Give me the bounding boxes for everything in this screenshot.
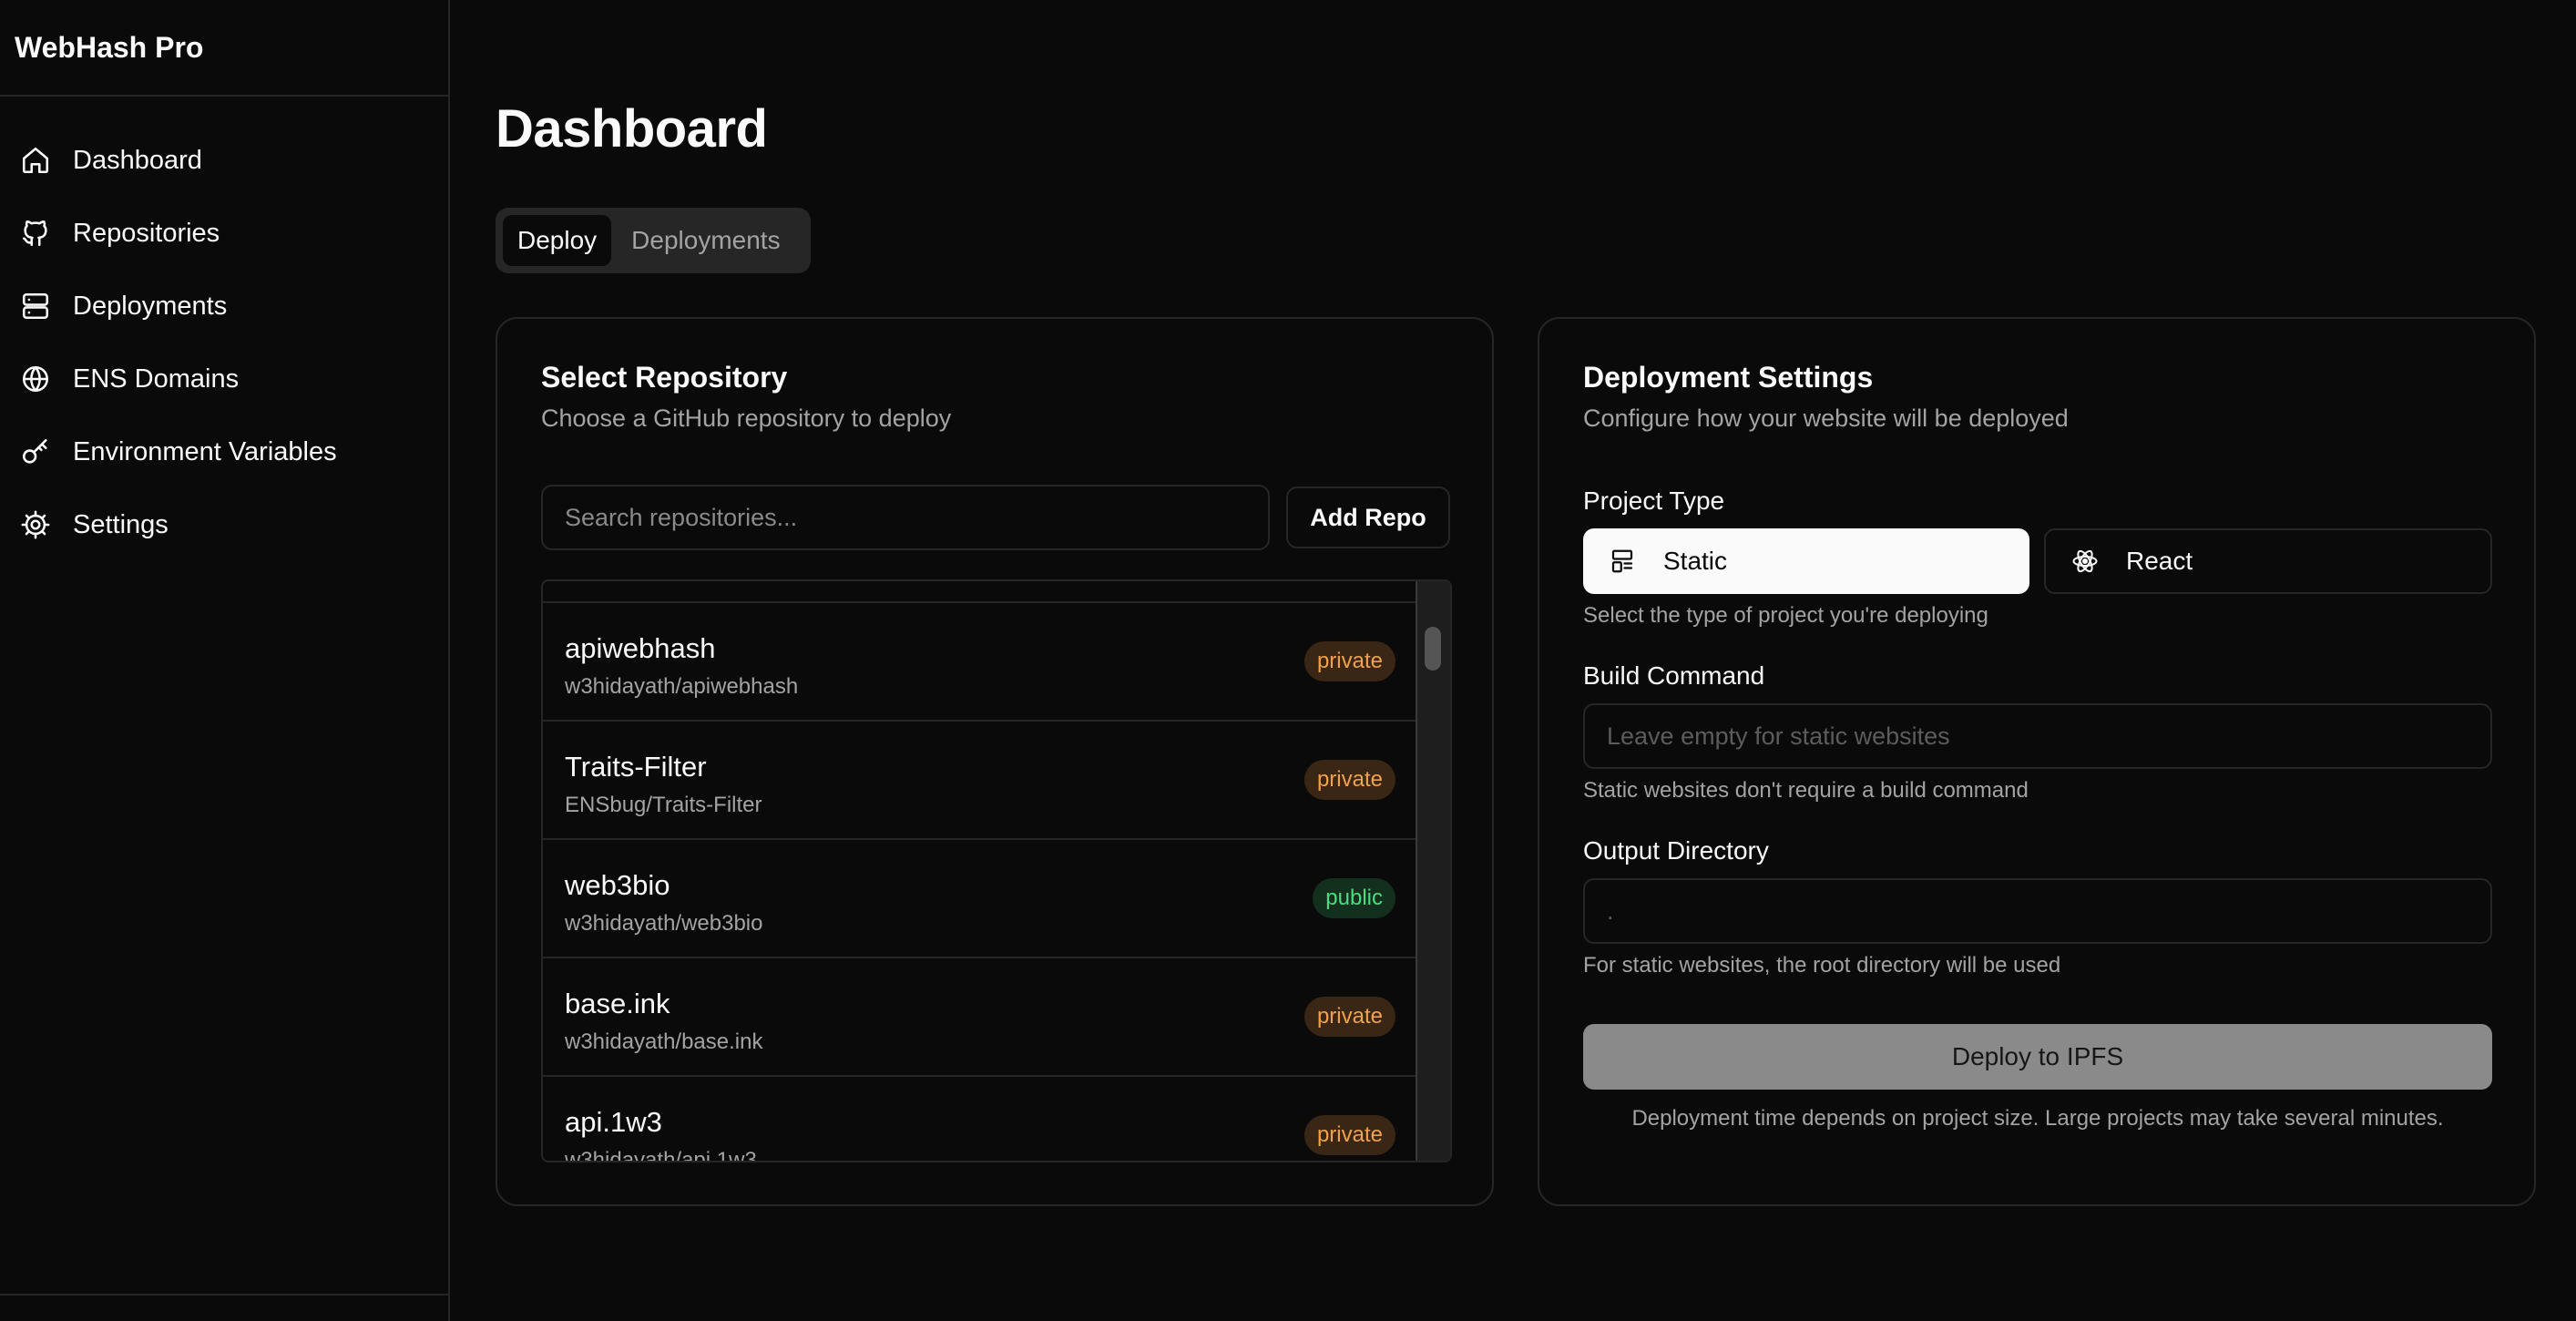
home-icon: [20, 145, 51, 176]
status-badge: private: [1303, 760, 1395, 800]
card-title: Select Repository: [541, 361, 788, 394]
globe-icon: [20, 364, 51, 394]
main-content: Dashboard Deploy Deployments Select Repo…: [450, 0, 2576, 1321]
build-command-hint: Static websites don't require a build co…: [1583, 778, 2029, 803]
repo-name: web3bio: [565, 869, 670, 901]
select-repository-card: Select Repository Choose a GitHub reposi…: [496, 317, 1494, 1206]
card-subtitle: Choose a GitHub repository to deploy: [541, 404, 952, 432]
sidebar-item-label: Deployments: [73, 291, 228, 321]
project-type-label: Project Type: [1583, 486, 1725, 515]
sidebar-item-label: Settings: [73, 509, 169, 539]
table-row[interactable]: apiwebhash w3hidayath/apiwebhash private: [543, 603, 1417, 722]
table-row[interactable]: Traits-Filter ENSbug/Traits-Filter priva…: [543, 722, 1417, 840]
sidebar-item-ens-domains[interactable]: ENS Domains: [0, 343, 448, 415]
repo-list: apiwebhash w3hidayath/apiwebhash private…: [541, 579, 1452, 1162]
output-directory-hint: For static websites, the root directory …: [1583, 953, 2061, 978]
table-row[interactable]: base.ink w3hidayath/base.ink private: [543, 958, 1417, 1077]
sidebar-item-dashboard[interactable]: Dashboard: [0, 124, 448, 197]
sidebar-item-label: Environment Variables: [73, 436, 337, 466]
react-icon: [2071, 548, 2099, 575]
sidebar-item-repositories[interactable]: Repositories: [0, 197, 448, 270]
build-command-label: Build Command: [1583, 661, 1765, 690]
key-icon: [20, 436, 51, 467]
status-badge: private: [1303, 641, 1395, 681]
repo-path: ENSbug/Traits-Filter: [565, 793, 762, 817]
server-icon: [20, 291, 51, 322]
github-icon: [20, 218, 51, 249]
search-input[interactable]: [541, 485, 1270, 550]
tab-deployments[interactable]: Deployments: [617, 215, 794, 266]
sidebar-item-environment-variables[interactable]: Environment Variables: [0, 415, 448, 488]
sidebar-item-deployments[interactable]: Deployments: [0, 270, 448, 343]
gear-icon: [20, 509, 51, 540]
page-title: Dashboard: [496, 99, 768, 159]
tab-bar: Deploy Deployments: [496, 208, 811, 273]
repo-scroll-area[interactable]: apiwebhash w3hidayath/apiwebhash private…: [543, 581, 1417, 1161]
repo-path: w3hidayath/base.ink: [565, 1029, 763, 1054]
deploy-to-ipfs-button[interactable]: Deploy to IPFS: [1583, 1024, 2492, 1090]
repo-name: base.ink: [565, 988, 670, 1019]
repo-path: w3hidayath/apiwebhash: [565, 674, 799, 699]
repo-name: Traits-Filter: [565, 751, 707, 783]
layout-icon: [1609, 548, 1636, 575]
table-row[interactable]: [543, 581, 1417, 603]
tab-deploy[interactable]: Deploy: [503, 215, 612, 266]
output-directory-input[interactable]: [1583, 878, 2492, 944]
status-badge: private: [1303, 997, 1395, 1037]
add-repo-button[interactable]: Add Repo: [1286, 486, 1450, 548]
card-subtitle: Configure how your website will be deplo…: [1583, 404, 2069, 432]
project-type-hint: Select the type of project you're deploy…: [1583, 603, 1988, 628]
project-type-react-button[interactable]: React: [2044, 528, 2492, 594]
app-title: WebHash Pro: [0, 0, 448, 97]
project-type-label: Static: [1663, 547, 1728, 575]
sidebar-item-label: ENS Domains: [73, 364, 240, 394]
card-title: Deployment Settings: [1583, 361, 1874, 394]
repo-path: w3hidayath/api.1w3: [565, 1148, 757, 1161]
repo-path: w3hidayath/web3bio: [565, 911, 763, 936]
sidebar: WebHash Pro Dashboard Repositories Deplo…: [0, 0, 450, 1321]
sidebar-nav: Dashboard Repositories Deployments ENS D…: [0, 97, 448, 561]
scrollbar[interactable]: [1416, 581, 1450, 1161]
sidebar-footer: [0, 1294, 448, 1321]
repo-name: apiwebhash: [565, 632, 716, 664]
table-row[interactable]: api.1w3 w3hidayath/api.1w3 private: [543, 1077, 1417, 1161]
project-type-static-button[interactable]: Static: [1583, 528, 2029, 594]
deployment-settings-card: Deployment Settings Configure how your w…: [1538, 317, 2536, 1206]
table-row[interactable]: web3bio w3hidayath/web3bio public: [543, 840, 1417, 958]
status-badge: public: [1313, 878, 1395, 918]
repo-name: api.1w3: [565, 1106, 662, 1138]
sidebar-item-label: Dashboard: [73, 145, 202, 175]
sidebar-item-settings[interactable]: Settings: [0, 488, 448, 561]
output-directory-label: Output Directory: [1583, 836, 1769, 865]
status-badge: private: [1303, 1115, 1395, 1155]
sidebar-item-label: Repositories: [73, 218, 220, 248]
scrollbar-thumb[interactable]: [1425, 627, 1441, 671]
deployment-footnote: Deployment time depends on project size.…: [1631, 1106, 2444, 1131]
build-command-input[interactable]: [1583, 703, 2492, 769]
project-type-label: React: [2126, 547, 2193, 575]
